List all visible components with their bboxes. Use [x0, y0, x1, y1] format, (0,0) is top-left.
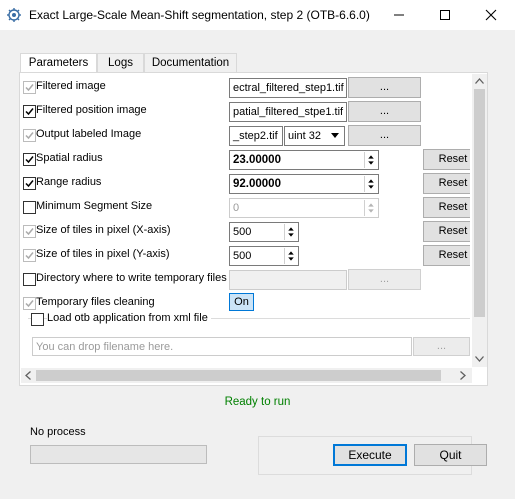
maximize-button[interactable]: [422, 0, 468, 30]
status-text: Ready to run: [224, 396, 291, 408]
min-segment-size-value: 0: [233, 202, 240, 214]
spatial-radius-checkbox[interactable]: [23, 153, 36, 166]
title-bar: Exact Large-Scale Mean-Shift segmentatio…: [0, 0, 515, 30]
spin-arrows-icon[interactable]: [284, 224, 297, 240]
filtered-image-checkbox[interactable]: [23, 81, 36, 94]
spatial-radius-spinbox[interactable]: 23.00000: [229, 150, 379, 170]
scroll-left-icon[interactable]: [25, 371, 31, 380]
progress-bar: [30, 445, 207, 464]
spin-arrows-icon[interactable]: [364, 176, 377, 192]
scroll-right-icon[interactable]: [460, 371, 466, 380]
tile-y-reset-button[interactable]: Reset: [423, 245, 470, 266]
filtered-position-label: Filtered position image: [36, 104, 147, 116]
xml-group-header: Load otb application from xml file: [30, 308, 230, 330]
param-row-range-radius: Range radius 92.00000 Reset: [22, 172, 470, 194]
check-icon: [25, 180, 34, 188]
param-row-filtered-image: Filtered image ectral_filtered_step1.tif…: [22, 76, 470, 98]
tab-parameters[interactable]: Parameters: [20, 53, 97, 74]
vertical-scrollbar[interactable]: [472, 74, 487, 367]
param-row-min-segment-size: Minimum Segment Size 0 Reset: [22, 196, 470, 218]
param-row-tile-y: Size of tiles in pixel (Y-axis) 500 Rese…: [22, 244, 470, 266]
load-xml-checkbox[interactable]: [31, 313, 44, 326]
spatial-radius-reset-button[interactable]: Reset: [423, 149, 470, 170]
minimize-icon: [394, 14, 404, 16]
horizontal-scroll-thumb[interactable]: [36, 370, 441, 381]
parameters-panel: Filtered image ectral_filtered_step1.tif…: [19, 72, 488, 386]
xml-browse-button[interactable]: ...: [413, 337, 470, 356]
tile-y-label: Size of tiles in pixel (Y-axis): [36, 248, 170, 260]
min-segment-size-checkbox[interactable]: [23, 201, 36, 214]
range-radius-spinbox[interactable]: 92.00000: [229, 174, 379, 194]
process-label: No process: [30, 426, 86, 438]
check-icon: [25, 156, 34, 164]
maximize-icon: [440, 10, 450, 20]
output-type-value: uint 32: [288, 130, 322, 142]
load-xml-label: Load otb application from xml file: [47, 312, 211, 324]
temp-dir-browse-button[interactable]: ...: [348, 269, 421, 290]
tile-x-label: Size of tiles in pixel (X-axis): [36, 224, 171, 236]
range-radius-label: Range radius: [36, 176, 102, 188]
tile-x-value: 500: [233, 226, 252, 238]
xml-filename-field[interactable]: You can drop filename here.: [32, 337, 412, 356]
min-segment-size-label: Minimum Segment Size: [36, 200, 153, 212]
filtered-position-checkbox[interactable]: [23, 105, 36, 118]
param-row-spatial-radius: Spatial radius 23.00000 Reset: [22, 148, 470, 170]
chevron-down-icon: [331, 133, 339, 138]
tile-y-spinbox[interactable]: 500: [229, 246, 299, 266]
output-labeled-checkbox[interactable]: [23, 129, 36, 142]
min-segment-size-reset-button[interactable]: Reset: [423, 197, 470, 218]
param-row-temp-dir: Directory where to write temporary files…: [22, 268, 470, 290]
output-labeled-label: Output labeled Image: [36, 128, 142, 140]
output-labeled-path-field[interactable]: _step2.tif: [229, 126, 283, 146]
horizontal-scrollbar[interactable]: [21, 368, 472, 383]
filtered-image-path-field[interactable]: ectral_filtered_step1.tif: [229, 78, 347, 98]
output-labeled-browse-button[interactable]: ...: [348, 125, 421, 146]
spin-arrows-icon[interactable]: [364, 200, 377, 216]
tab-logs[interactable]: Logs: [97, 53, 144, 73]
temp-dir-checkbox[interactable]: [23, 273, 36, 286]
check-icon: [25, 228, 34, 236]
temp-cleaning-label: Temporary files cleaning: [36, 296, 155, 308]
execute-button[interactable]: Execute: [333, 444, 407, 466]
check-icon: [25, 252, 34, 260]
parameters-scroll-area: Filtered image ectral_filtered_step1.tif…: [22, 75, 470, 367]
check-icon: [25, 84, 34, 92]
param-row-tile-x: Size of tiles in pixel (X-axis) 500 Rese…: [22, 220, 470, 242]
filtered-image-browse-button[interactable]: ...: [348, 77, 421, 98]
scroll-down-icon[interactable]: [475, 356, 484, 362]
spatial-radius-value: 23.00000: [233, 154, 281, 166]
tile-x-checkbox[interactable]: [23, 225, 36, 238]
otb-app-icon: [7, 8, 21, 22]
range-radius-value: 92.00000: [233, 178, 281, 190]
close-button[interactable]: [468, 0, 514, 30]
filtered-position-path-field[interactable]: patial_filtered_stpe1.tif: [229, 102, 347, 122]
min-segment-size-spinbox[interactable]: 0: [229, 198, 379, 218]
check-icon: [25, 132, 34, 140]
range-radius-checkbox[interactable]: [23, 177, 36, 190]
temp-cleaning-toggle[interactable]: On: [229, 293, 254, 311]
filtered-position-browse-button[interactable]: ...: [348, 101, 421, 122]
spatial-radius-label: Spatial radius: [36, 152, 103, 164]
temp-dir-path-field[interactable]: [229, 270, 347, 290]
tab-documentation[interactable]: Documentation: [144, 53, 237, 73]
output-type-select[interactable]: uint 32: [284, 126, 345, 146]
tile-x-spinbox[interactable]: 500: [229, 222, 299, 242]
vertical-scroll-thumb[interactable]: [474, 89, 485, 317]
quit-button[interactable]: Quit: [414, 444, 487, 466]
param-row-output-labeled: Output labeled Image _step2.tif uint 32 …: [22, 124, 470, 146]
spin-arrows-icon[interactable]: [364, 152, 377, 168]
temp-dir-label: Directory where to write temporary files: [36, 272, 227, 284]
filtered-image-label: Filtered image: [36, 80, 106, 92]
tile-x-reset-button[interactable]: Reset: [423, 221, 470, 242]
minimize-button[interactable]: [376, 0, 422, 30]
range-radius-reset-button[interactable]: Reset: [423, 173, 470, 194]
window-title: Exact Large-Scale Mean-Shift segmentatio…: [29, 8, 370, 22]
param-row-filtered-position: Filtered position image patial_filtered_…: [22, 100, 470, 122]
tile-y-value: 500: [233, 250, 252, 262]
scroll-up-icon[interactable]: [475, 78, 484, 84]
tile-y-checkbox[interactable]: [23, 249, 36, 262]
close-icon: [485, 9, 497, 21]
spin-arrows-icon[interactable]: [284, 248, 297, 264]
check-icon: [25, 108, 34, 116]
